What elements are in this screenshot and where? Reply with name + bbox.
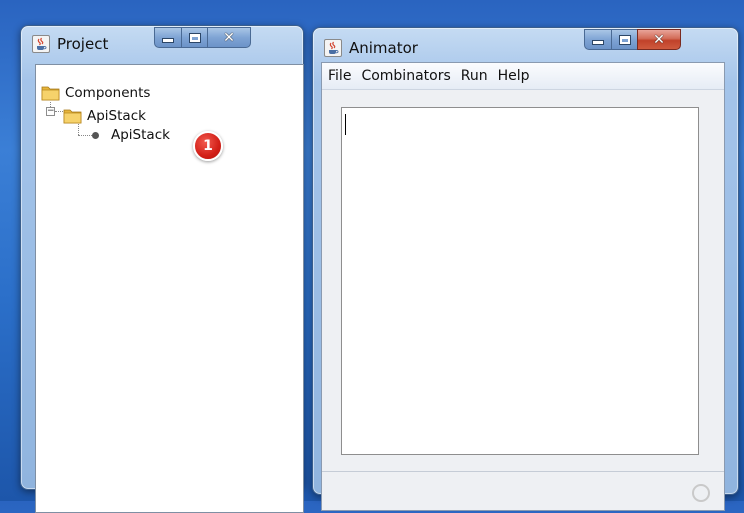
animator-titlebar[interactable]: Animator ✕ [313,28,738,62]
minimize-icon [592,40,604,45]
minimize-button[interactable] [584,29,611,50]
text-caret [345,114,346,135]
animator-window-title: Animator [349,39,418,57]
java-coffee-icon [324,39,342,57]
minimize-icon [162,38,174,43]
menu-help[interactable]: Help [494,68,536,84]
tree-node-label: Components [65,84,151,101]
status-bar [322,471,724,510]
tree-node-apistack-folder[interactable]: ApiStack [63,107,146,124]
close-icon: ✕ [223,29,235,46]
menu-bar: File Combinators Run Help [322,63,724,90]
tree-connector [55,111,63,112]
maximize-icon [618,34,631,45]
tree-node-apistack-leaf[interactable]: ApiStack [92,127,170,143]
script-editor[interactable] [341,107,699,455]
menu-combinators[interactable]: Combinators [357,68,456,84]
component-bullet-icon [92,131,99,139]
close-button[interactable]: ✕ [207,27,251,48]
callout-badge: 1 [193,131,223,161]
busy-spinner-icon [692,484,710,502]
menu-file[interactable]: File [324,68,357,84]
minimize-button[interactable] [154,27,181,48]
java-coffee-icon [32,35,50,53]
maximize-button[interactable] [611,29,637,50]
menu-run[interactable]: Run [457,68,494,84]
maximize-button[interactable] [181,27,207,48]
animator-window: Animator ✕ File Combinators Run Help [312,27,739,511]
collapse-toggle[interactable]: − [46,107,55,116]
tree-node-label: ApiStack [111,127,170,143]
close-button[interactable]: ✕ [637,29,681,50]
project-window-title: Project [57,35,109,53]
component-tree[interactable]: Components − ApiStack ApiStack [35,64,304,513]
animator-client: File Combinators Run Help [321,62,725,511]
project-titlebar[interactable]: Project ✕ [21,26,303,60]
tree-node-label: ApiStack [87,107,146,124]
tree-connector [78,124,79,135]
maximize-icon [188,32,201,43]
folder-icon [63,107,82,124]
project-caption-buttons: ✕ [154,27,251,48]
tree-node-components[interactable]: Components [41,84,150,101]
collapse-icon: − [47,106,55,116]
project-window: Project ✕ Components − ApiStack ApiStack [20,25,304,513]
folder-icon [41,84,60,101]
close-icon: ✕ [653,31,665,48]
animator-caption-buttons: ✕ [584,29,681,50]
tree-connector [78,135,92,136]
